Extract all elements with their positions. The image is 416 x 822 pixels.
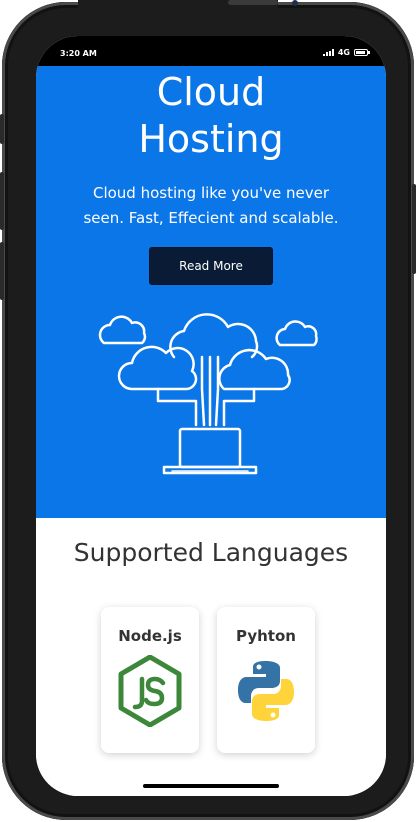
hero-title-line-2: Hosting [138,117,284,161]
phone-frame: 3:20 AM 4G Cloud Hosting Cloud hosting l… [0,0,416,820]
signal-icon [322,49,334,56]
power-button [412,184,416,274]
silent-switch [0,114,4,144]
language-name: Pyhton [236,627,296,645]
language-name: Node.js [118,627,182,645]
battery-icon [354,49,370,56]
hero-title-line-1: Cloud [156,70,266,114]
screen: 3:20 AM 4G Cloud Hosting Cloud hosting l… [36,36,386,796]
hero-section: Cloud Hosting Cloud hosting like you've … [36,66,386,518]
python-icon [238,661,294,721]
network-type: 4G [337,48,350,57]
volume-down-button [0,242,4,300]
nodejs-icon [118,655,182,727]
volume-up-button [0,172,4,230]
hero-subtitle-line-1: Cloud hosting like you've never [92,184,329,202]
status-time: 3:20 AM [60,49,97,58]
cloud-network-laptop-icon [98,313,318,475]
hero-title: Cloud Hosting [36,69,386,163]
home-indicator[interactable] [143,784,279,788]
hero-subtitle-line-2: seen. Fast, Effecient and scalable. [83,209,339,227]
supported-languages-section: Supported Languages Node.js Pyhton [36,518,386,796]
language-card-python[interactable]: Pyhton [217,607,315,753]
speaker-grille [228,0,278,5]
notch [78,0,298,28]
front-camera [292,0,298,6]
status-bar: 3:20 AM 4G [36,36,386,66]
section-title: Supported Languages [73,538,349,567]
status-indicators: 4G [322,48,370,57]
hero-subtitle: Cloud hosting like you've never seen. Fa… [56,181,366,231]
language-card-nodejs[interactable]: Node.js [101,607,199,753]
read-more-button[interactable]: Read More [149,247,273,285]
